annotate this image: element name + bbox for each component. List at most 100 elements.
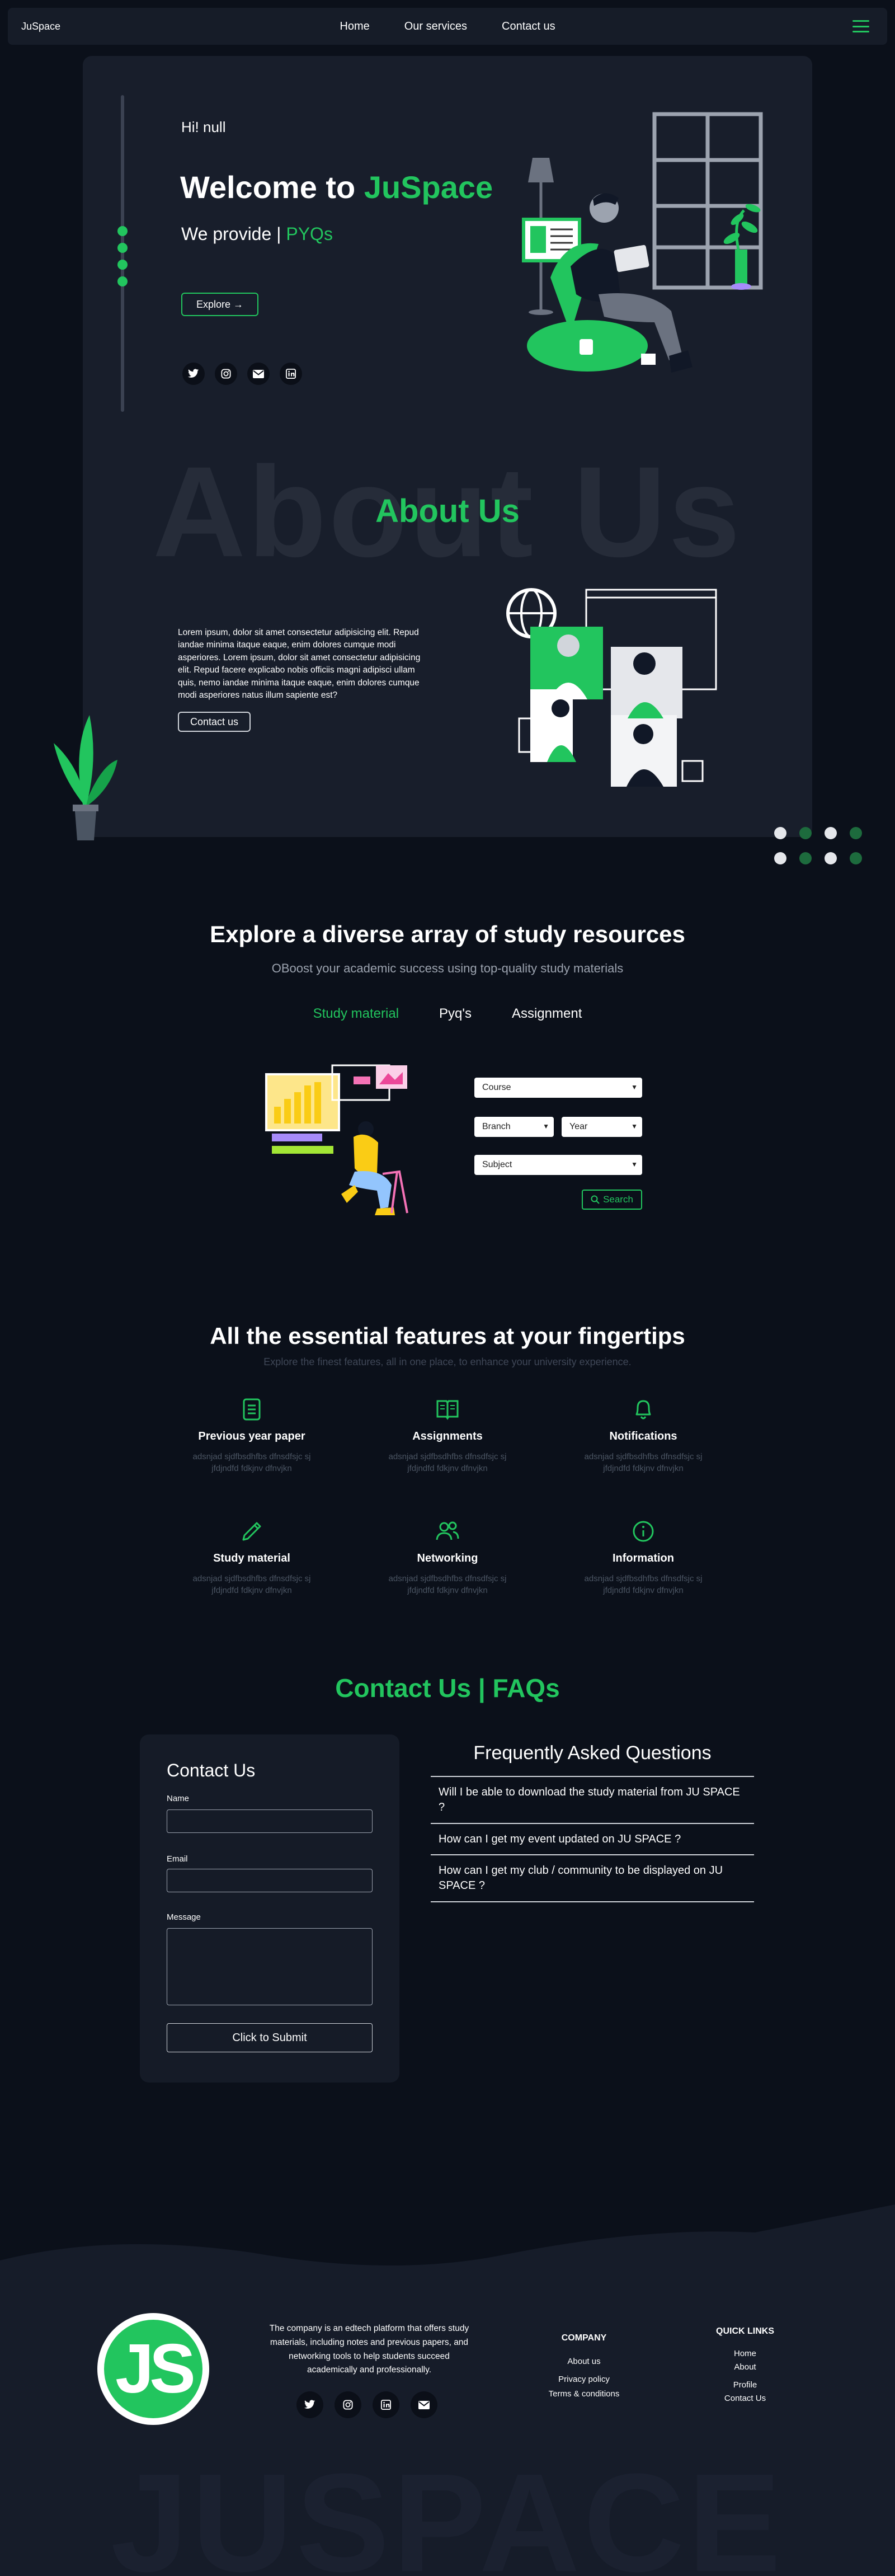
info-icon xyxy=(571,1520,716,1545)
footer-link-home[interactable]: Home xyxy=(717,2349,773,2358)
feature-assignments[interactable]: Assignments adsnjad sjdfbsdhfbs dfnsdfsj… xyxy=(375,1398,520,1474)
about-contact-button[interactable]: Contact us xyxy=(178,712,251,732)
branch-select-value: Branch xyxy=(482,1122,511,1131)
linkedin-icon[interactable] xyxy=(373,2391,399,2418)
twitter-icon[interactable] xyxy=(296,2391,323,2418)
hero-illustration xyxy=(522,112,763,373)
feature-description: adsnjad sjdfbsdhfbs dfnsdfsjc sj jfdjndf… xyxy=(388,1452,507,1473)
feature-description: adsnjad sjdfbsdhfbs dfnsdfsjc sj jfdjndf… xyxy=(584,1452,703,1473)
vertical-progress-line xyxy=(121,95,124,412)
feature-description: adsnjad sjdfbsdhfbs dfnsdfsjc sj jfdjndf… xyxy=(584,1574,703,1595)
footer-logo[interactable]: JS xyxy=(97,2313,209,2425)
footer-link-about[interactable]: About xyxy=(717,2362,773,2372)
chevron-down-icon: ▼ xyxy=(631,1083,638,1091)
menu-icon[interactable] xyxy=(852,20,869,32)
feature-information[interactable]: Information adsnjad sjdfbsdhfbs dfnsdfsj… xyxy=(571,1520,716,1596)
faq-divider xyxy=(431,1901,754,1902)
message-field[interactable] xyxy=(167,1928,373,2005)
footer-about-text: The company is an edtech platform that o… xyxy=(269,2324,469,2375)
nav-services-link[interactable]: Our services xyxy=(404,20,467,33)
feature-name: Networking xyxy=(417,1552,478,1564)
about-illustration xyxy=(506,588,717,787)
tab-study-material[interactable]: Study material xyxy=(313,1006,399,1022)
study-illustration xyxy=(265,1064,408,1215)
feature-study-material[interactable]: Study material adsnjad sjdfbsdhfbs dfnsd… xyxy=(179,1520,324,1596)
faq-title: Frequently Asked Questions xyxy=(473,1742,712,1764)
instagram-icon[interactable] xyxy=(215,363,237,385)
footer-social-links xyxy=(296,2391,437,2418)
feature-description: adsnjad sjdfbsdhfbs dfnsdfsjc sj jfdjndf… xyxy=(388,1574,507,1595)
instagram-icon[interactable] xyxy=(335,2391,361,2418)
branch-select[interactable]: Branch ▼ xyxy=(474,1117,554,1137)
form-title: Contact Us xyxy=(167,1760,256,1780)
search-button[interactable]: Search xyxy=(582,1190,642,1210)
chevron-down-icon: ▼ xyxy=(631,1160,638,1168)
hero-subtitle-accent: PYQs xyxy=(286,224,333,244)
linkedin-icon[interactable] xyxy=(280,363,302,385)
nav-home-link[interactable]: Home xyxy=(340,20,369,33)
decor-dots xyxy=(774,827,862,864)
tab-assignment[interactable]: Assignment xyxy=(512,1006,582,1022)
search-button-label: Search xyxy=(603,1194,633,1205)
progress-dot xyxy=(117,243,128,253)
feature-name: Information xyxy=(613,1552,674,1564)
faq-item[interactable]: How can I get my event updated on JU SPA… xyxy=(439,1832,746,1847)
twitter-icon[interactable] xyxy=(182,363,205,385)
feature-notifications[interactable]: Notifications adsnjad sjdfbsdhfbs dfnsdf… xyxy=(571,1398,716,1474)
subject-select[interactable]: Subject ▼ xyxy=(474,1155,642,1175)
contact-form: Contact Us Name Email Message Click to S… xyxy=(140,1734,399,2083)
faq-item[interactable]: Will I be able to download the study mat… xyxy=(439,1785,746,1815)
subject-select-value: Subject xyxy=(482,1160,512,1169)
hero-social-links xyxy=(182,363,302,385)
pencil-icon xyxy=(179,1520,324,1545)
progress-dot xyxy=(117,226,128,236)
footer-link-terms[interactable]: Terms & conditions xyxy=(539,2389,629,2399)
footer-link-contact-us[interactable]: Contact Us xyxy=(717,2394,773,2403)
bell-icon xyxy=(571,1398,716,1423)
progress-dot xyxy=(117,260,128,270)
nav-links: Home Our services Contact us xyxy=(8,8,887,45)
mail-icon[interactable] xyxy=(411,2391,437,2418)
feature-name: Previous year paper xyxy=(198,1430,305,1442)
feature-name: Assignments xyxy=(412,1430,483,1442)
open-book-icon xyxy=(375,1398,520,1423)
document-icon xyxy=(179,1398,324,1423)
course-select[interactable]: Course ▼ xyxy=(474,1078,642,1098)
about-text: Lorem ipsum, dolor sit amet consectetur … xyxy=(178,628,421,701)
logo-text: JS xyxy=(104,2320,202,2418)
faq-divider xyxy=(431,1854,754,1855)
explore-button[interactable]: Explore → xyxy=(181,293,258,316)
footer-link-about-us[interactable]: About us xyxy=(539,2357,629,2366)
chevron-down-icon: ▼ xyxy=(543,1122,549,1130)
faq-divider xyxy=(431,1823,754,1824)
contact-heading: Contact Us | FAQs xyxy=(335,1674,560,1703)
greeting-text: Hi! null xyxy=(181,119,226,135)
nav-contact-link[interactable]: Contact us xyxy=(502,20,555,33)
quick-links-title: QUICK LINKS xyxy=(716,2326,774,2336)
feature-description: adsnjad sjdfbsdhfbs dfnsdfsjc sj jfdjndf… xyxy=(192,1574,311,1595)
tab-pyqs[interactable]: Pyq's xyxy=(439,1006,472,1022)
company-title: COMPANY xyxy=(561,2333,607,2343)
feature-networking[interactable]: Networking adsnjad sjdfbsdhfbs dfnsdfsjc… xyxy=(375,1520,520,1596)
resources-subtitle: OBoost your academic success using top-q… xyxy=(271,961,624,975)
feature-name: Notifications xyxy=(609,1430,677,1442)
footer-link-privacy-policy[interactable]: Privacy policy xyxy=(539,2375,629,2384)
mail-icon[interactable] xyxy=(247,363,270,385)
hero-title-accent: JuSpace xyxy=(364,170,493,205)
email-label: Email xyxy=(167,1854,188,1864)
feature-previous-year-paper[interactable]: Previous year paper adsnjad sjdfbsdhfbs … xyxy=(179,1398,324,1474)
footer-link-profile[interactable]: Profile xyxy=(717,2380,773,2390)
year-select[interactable]: Year ▼ xyxy=(562,1117,642,1137)
name-field[interactable] xyxy=(167,1809,373,1833)
chevron-down-icon: ▼ xyxy=(631,1122,638,1130)
progress-dot xyxy=(117,276,128,286)
hero-title-prefix: Welcome to xyxy=(180,170,364,205)
resources-title: Explore a diverse array of study resourc… xyxy=(210,921,685,947)
plant-illustration xyxy=(54,715,117,840)
navbar: JuSpace Home Our services Contact us xyxy=(8,8,887,45)
name-label: Name xyxy=(167,1794,190,1803)
email-field[interactable] xyxy=(167,1869,373,1892)
faq-item[interactable]: How can I get my club / community to be … xyxy=(439,1863,746,1893)
course-select-value: Course xyxy=(482,1083,511,1092)
submit-button[interactable]: Click to Submit xyxy=(167,2023,373,2052)
